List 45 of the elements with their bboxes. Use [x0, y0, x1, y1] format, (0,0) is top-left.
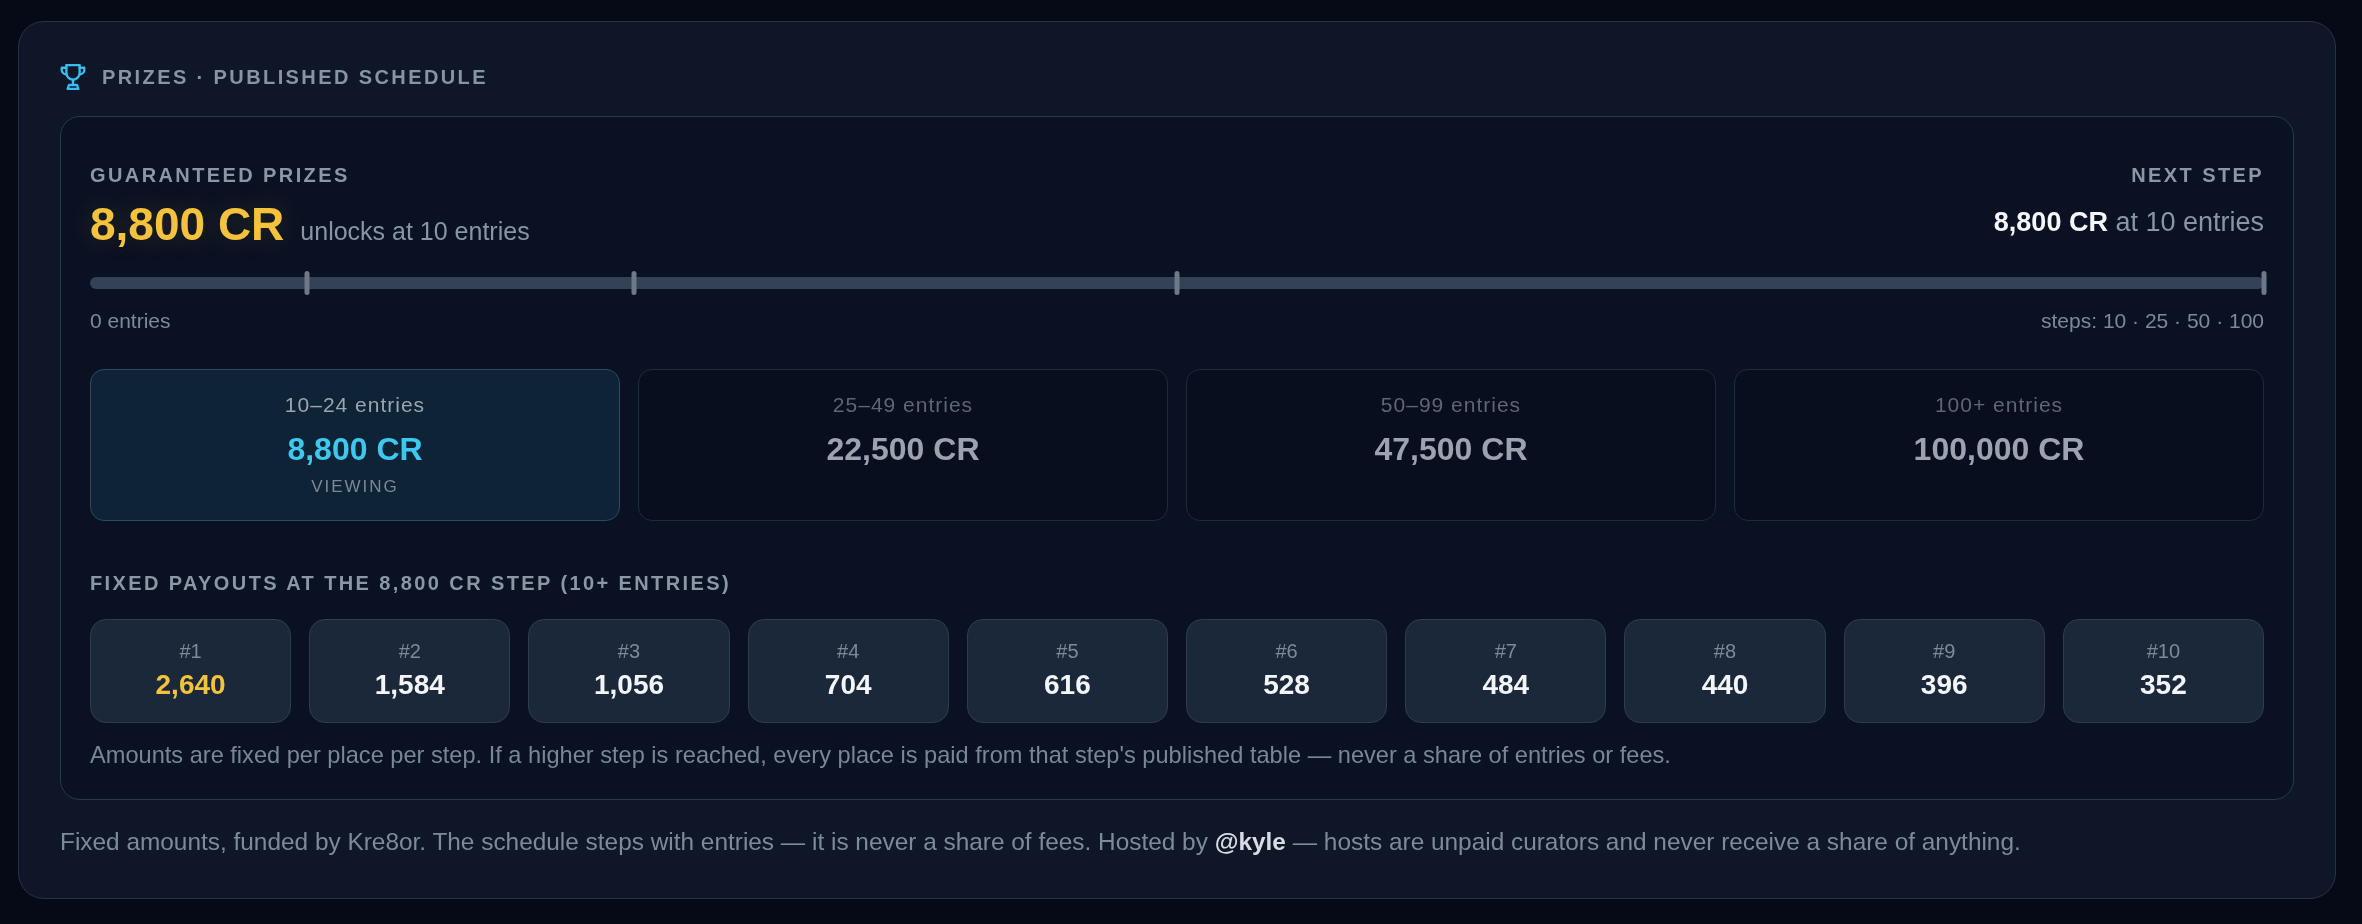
section-title: PRIZES · PUBLISHED SCHEDULE: [102, 65, 488, 89]
payout-amount: 2,640: [155, 668, 226, 702]
tier-card[interactable]: 50–99 entries 47,500 CR: [1186, 369, 1716, 521]
payout-place: #3: [617, 639, 641, 663]
tier-range: 25–49 entries: [832, 393, 974, 417]
payout-amount: 616: [1044, 668, 1091, 702]
start-label: 0 entries: [90, 309, 171, 333]
payout-place: #9: [1933, 639, 1956, 663]
payout-place: #7: [1494, 639, 1517, 663]
tier-amount: 100,000 CR: [1913, 430, 2085, 468]
next-step-value: 8,800 CR at 10 entries: [1993, 206, 2264, 239]
unlock-note: unlocks at 10 entries: [300, 216, 530, 247]
tier-range: 50–99 entries: [1380, 393, 1522, 417]
tier-card[interactable]: 100+ entries 100,000 CR: [1734, 369, 2264, 521]
payout-amount: 484: [1482, 668, 1530, 702]
tier-amount: 22,500 CR: [826, 430, 980, 468]
tier-range: 10–24 entries: [284, 393, 426, 417]
payout-place: #4: [837, 639, 860, 663]
payout-place: #2: [398, 639, 421, 663]
payouts-note: Amounts are fixed per place per step. If a higher step is reached, every place is paid from that step's published table — never a share of entries or fees.: [90, 741, 1672, 769]
payout-place: #6: [1275, 639, 1298, 663]
tier-amount: 8,800 CR: [287, 430, 423, 468]
tier-range: 100+ entries: [1934, 393, 2064, 417]
payout-place: #8: [1713, 639, 1737, 663]
payout-amount: 396: [1920, 668, 1968, 702]
payout-place: #10: [2146, 639, 2181, 663]
trophy-icon: [60, 64, 86, 90]
payout-place: #1: [179, 639, 202, 663]
payout-amount: 704: [824, 668, 872, 702]
guaranteed-amount: 8,800 CR: [90, 198, 285, 250]
payout-amount: 1,584: [374, 668, 445, 702]
steps-label: steps: 10 · 25 · 50 · 100: [2041, 309, 2264, 333]
tier-amount: 47,500 CR: [1374, 430, 1528, 468]
guaranteed-label: GUARANTEED PRIZES: [90, 163, 351, 187]
footer-text: Fixed amounts, funded by Kre8or. The schedule steps with entries — it is never a share of fees. Hosted by @kyle — hosts are unpaid curators and never receive a share of anything.: [60, 827, 2022, 857]
tier-card[interactable]: 25–49 entries 22,500 CR: [638, 369, 1168, 521]
next-step-label: NEXT STEP: [2131, 163, 2264, 187]
payout-amount: 440: [1701, 668, 1749, 702]
payouts-title: FIXED PAYOUTS AT THE 8,800 CR STEP (10+ ENTRIES): [90, 571, 733, 595]
payout-place: #5: [1056, 639, 1079, 663]
tier-card[interactable]: 10–24 entries 8,800 CR VIEWING: [90, 369, 620, 521]
payout-amount: 352: [2140, 668, 2187, 702]
viewing-label: VIEWING: [311, 477, 399, 497]
payout-amount: 528: [1263, 668, 1310, 702]
payout-amount: 1,056: [593, 668, 665, 702]
